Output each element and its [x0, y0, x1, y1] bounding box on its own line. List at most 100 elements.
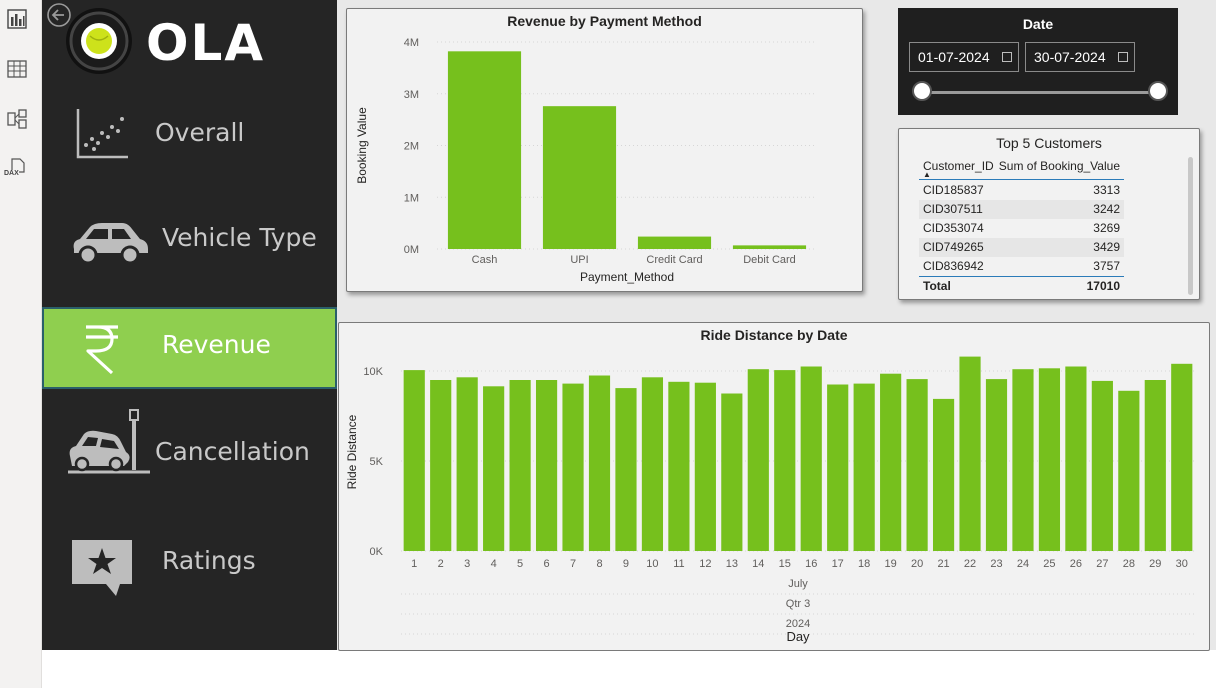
- sort-ascending-icon[interactable]: ▲: [923, 170, 931, 179]
- col-sum-booking-value[interactable]: Sum of Booking_Value: [999, 159, 1120, 173]
- top-customers-table[interactable]: Top 5 Customers Customer_ID ▲ Sum of Boo…: [898, 128, 1200, 300]
- bar: [932, 398, 955, 551]
- end-date-handle[interactable]: [1148, 81, 1168, 101]
- x-tick-label: 22: [964, 558, 976, 570]
- nav-revenue[interactable]: Revenue: [42, 307, 337, 389]
- y-tick-label: 1M: [404, 192, 419, 204]
- bar: [853, 383, 875, 551]
- col-customer-id[interactable]: Customer_ID: [923, 159, 994, 173]
- table-row[interactable]: CID749265 3429: [919, 238, 1124, 257]
- x-tick-label: 16: [805, 558, 817, 570]
- nav-overall[interactable]: Overall: [42, 100, 337, 170]
- x-tick-label: 18: [858, 558, 870, 570]
- bar: [1171, 363, 1193, 551]
- x-tick-label: 30: [1176, 558, 1188, 570]
- x-tick-label: 4: [491, 558, 497, 570]
- x-tick-label: 23: [990, 558, 1002, 570]
- scatter-chart-icon: [76, 109, 128, 159]
- bar: [800, 366, 822, 551]
- bar: [641, 377, 664, 551]
- nav-vehicle-type-label: Vehicle Type: [162, 223, 317, 252]
- x-tick-label: 1: [411, 558, 417, 570]
- x-tick-label: 24: [1017, 558, 1029, 570]
- nav-vehicle-type[interactable]: Vehicle Type: [42, 205, 337, 275]
- ride-distance-chart[interactable]: Ride Distance by Date 0K 5K 10K 1 2 3 4 5 6 7 8 9 10…: [338, 322, 1210, 651]
- x-tick-label: 21: [937, 558, 949, 570]
- nav-cancellation[interactable]: Cancellation: [42, 400, 337, 480]
- x-axis-title: Day: [786, 629, 810, 644]
- x-tick-label: UPI: [570, 254, 588, 266]
- start-date-input[interactable]: 01-07-2024: [909, 42, 1019, 72]
- bar: [562, 383, 584, 551]
- x-tick-label: 13: [726, 558, 738, 570]
- bar: [403, 370, 425, 551]
- nav-ratings[interactable]: Ratings: [42, 530, 337, 602]
- start-date-handle[interactable]: [912, 81, 932, 101]
- table-row[interactable]: CID307511 3242: [919, 200, 1124, 219]
- date-slicer: Date 01-07-2024 30-07-2024: [898, 8, 1178, 115]
- x-tick-label: 26: [1070, 558, 1082, 570]
- car-crash-icon: [68, 409, 150, 474]
- bar: [1118, 390, 1140, 551]
- report-view-icon[interactable]: [6, 8, 28, 30]
- table-view-icon[interactable]: [6, 58, 28, 80]
- x-tick-label: 14: [752, 558, 764, 570]
- bar: [668, 381, 690, 551]
- bar: [483, 386, 505, 551]
- revenue-chart-svg: 0M 1M 2M 3M 4M Cash UPI Credit Card Debit Card Pa…: [355, 37, 817, 284]
- bar: [447, 51, 522, 249]
- nav-cancellation-label: Cancellation: [155, 437, 310, 466]
- x-tick-label: Credit Card: [646, 254, 702, 266]
- bar: [430, 380, 452, 551]
- car-icon: [73, 223, 148, 265]
- x-tick-label: 2: [438, 558, 444, 570]
- x-tick-label: 5: [517, 558, 523, 570]
- nav-ratings-label: Ratings: [162, 546, 256, 575]
- calendar-icon[interactable]: [1118, 52, 1128, 62]
- bar: [456, 377, 478, 551]
- y-tick-label: 0K: [370, 546, 384, 558]
- date-slicer-title: Date: [1022, 16, 1054, 32]
- bar: [694, 382, 716, 551]
- table-row[interactable]: CID353074 3269: [919, 219, 1124, 238]
- bar: [827, 384, 849, 551]
- x-tick-label: 6: [544, 558, 550, 570]
- bar: [1144, 380, 1166, 551]
- calendar-icon[interactable]: [1002, 52, 1012, 62]
- ola-logo: OLA: [64, 6, 304, 76]
- x-tick-label: Debit Card: [743, 254, 796, 266]
- table-row[interactable]: CID836942 3757: [919, 257, 1124, 277]
- table-scrollbar[interactable]: [1188, 157, 1193, 295]
- bar: [880, 373, 902, 551]
- x-tick-label: 25: [1043, 558, 1055, 570]
- y-tick-label: 3M: [404, 89, 419, 101]
- x-tick-label: 9: [623, 558, 629, 570]
- table-row[interactable]: CID185837 3313: [919, 181, 1124, 200]
- bar: [906, 379, 928, 551]
- x-tick-label: 3: [464, 558, 470, 570]
- x-tick-label: 29: [1149, 558, 1161, 570]
- bar: [1065, 366, 1087, 551]
- x-axis-title: Payment_Method: [580, 270, 674, 284]
- bar: [721, 393, 743, 551]
- x-tick-label: 28: [1123, 558, 1135, 570]
- x-tick-label: 17: [832, 558, 844, 570]
- revenue-by-payment-chart[interactable]: Revenue by Payment Method 0M 1M 2M 3M 4M Cash…: [346, 8, 863, 292]
- model-view-icon[interactable]: [6, 108, 28, 130]
- dax-query-icon[interactable]: DAX: [4, 158, 30, 184]
- rupee-icon: [86, 325, 118, 375]
- bar: [542, 106, 617, 249]
- ride-distance-chart-svg: 0K5K10K1 2 3 4 5 6 7 8 9 10 11 12 13 14 15 16 17 18 19 20 21…: [345, 356, 1195, 644]
- end-date-input[interactable]: 30-07-2024: [1025, 42, 1135, 72]
- bar: [588, 375, 611, 551]
- date-range-track: [922, 91, 1158, 94]
- bar: [615, 388, 637, 551]
- bar: [732, 245, 807, 249]
- y-tick-label: 5K: [370, 456, 384, 468]
- bar: [509, 380, 531, 551]
- table-header: Customer_ID ▲ Sum of Booking_Value: [919, 157, 1124, 180]
- x-tick-label: 20: [911, 558, 923, 570]
- top-customers-title: Top 5 Customers: [996, 135, 1102, 151]
- y-tick-label: 2M: [404, 141, 419, 153]
- x-tick-label: 15: [779, 558, 791, 570]
